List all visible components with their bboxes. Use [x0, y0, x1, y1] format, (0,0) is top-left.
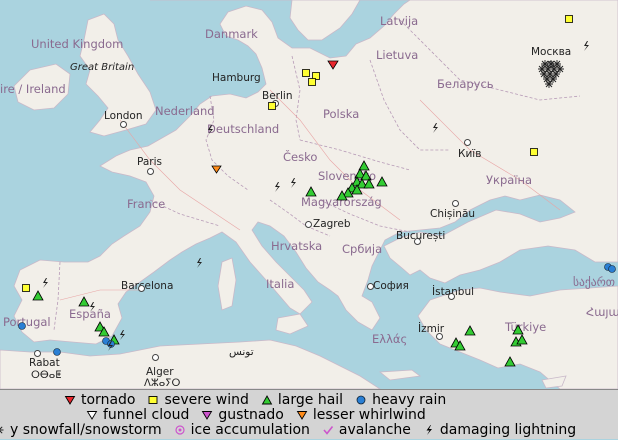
marker-severe-wind	[302, 69, 310, 77]
marker-damaging-lightning	[120, 330, 125, 340]
legend-triangle-down-icon	[202, 411, 213, 420]
legend-label-tornado: tornado	[81, 392, 136, 408]
marker-large-hail	[78, 296, 90, 307]
marker-damaging-lightning	[197, 258, 202, 268]
legend-label-large-hail: large hail	[277, 392, 344, 408]
legend-check-icon	[323, 426, 334, 435]
marker-damaging-lightning	[208, 125, 213, 135]
legend-triangle-down-icon	[86, 411, 98, 420]
legend-item-heavy-snowfall: y snowfall/snowstorm	[0, 422, 162, 438]
marker-heavy-rain	[18, 322, 26, 330]
marker-heavy-rain	[608, 265, 616, 273]
marker-damaging-lightning	[43, 278, 48, 288]
marker-tornado	[327, 60, 339, 70]
marker-severe-wind	[565, 15, 573, 23]
marker-large-hail	[32, 290, 44, 301]
legend-item-large-hail: large hail	[261, 392, 343, 408]
legend-label-damaging-lightning: damaging lightning	[439, 422, 577, 438]
marker-heavy-rain	[53, 348, 61, 356]
legend-bolt-icon	[426, 425, 432, 435]
legend-circle-icon	[356, 395, 366, 405]
report-markers	[18, 15, 616, 367]
marker-large-hail	[376, 176, 388, 187]
legend-item-tornado: tornado	[64, 392, 135, 408]
legend-item-lesser-whirlwind: lesser whirlwind	[296, 407, 426, 423]
legend-label-heavy-rain: heavy rain	[372, 392, 447, 408]
legend-star-icon	[0, 426, 4, 434]
europe-weather-map[interactable]: Latvija Danmark United Kingdom Lietuva Б…	[0, 0, 618, 389]
marker-damaging-lightning	[584, 41, 589, 51]
marker-severe-wind	[22, 284, 30, 292]
legend-item-ice-accumulation: ice accumulation	[174, 422, 310, 438]
legend-label-heavy-snowfall: y snowfall/snowstorm	[10, 422, 162, 438]
marker-severe-wind	[530, 148, 538, 156]
marker-damaging-lightning	[291, 178, 296, 188]
marker-large-hail	[305, 186, 317, 197]
marker-damaging-lightning	[433, 123, 438, 133]
legend-label-ice-accumulation: ice accumulation	[190, 422, 310, 438]
marker-severe-wind	[308, 78, 316, 86]
legend-triangle-up-icon	[261, 395, 273, 405]
legend-item-avalanche: avalanche	[322, 422, 411, 438]
legend-row-3: y snowfall/snowstorm ice accumulation aval…	[0, 422, 588, 438]
legend-triangle-down-icon	[296, 411, 308, 420]
legend-row-1: tornado severe wind large hail heavy rain	[64, 392, 458, 408]
legend-item-damaging-lightning: damaging lightning	[423, 422, 576, 438]
marker-damaging-lightning	[275, 182, 280, 192]
legend-item-funnel-cloud: funnel cloud	[86, 407, 189, 423]
legend-item-heavy-rain: heavy rain	[355, 392, 446, 408]
legend-row-2: funnel cloud gustnado lesser whirlwind	[86, 407, 438, 423]
marker-large-hail	[512, 324, 524, 335]
legend-item-severe-wind: severe wind	[147, 392, 249, 408]
marker-lesser-whirlwind	[211, 165, 222, 174]
marker-large-hail	[516, 334, 528, 345]
marker-large-hail	[464, 325, 476, 336]
marker-cluster-heavy-snowfall	[537, 59, 565, 89]
legend-ice-icon	[175, 425, 185, 435]
legend-label-gustnado: gustnado	[218, 407, 284, 423]
marker-severe-wind	[268, 102, 276, 110]
map-legend: tornado severe wind large hail heavy rain f…	[0, 389, 618, 439]
marker-damaging-lightning	[90, 302, 95, 312]
marker-large-hail	[358, 160, 370, 171]
legend-label-avalanche: avalanche	[338, 422, 411, 438]
legend-label-lesser-whirlwind: lesser whirlwind	[312, 407, 426, 423]
legend-label-funnel-cloud: funnel cloud	[103, 407, 190, 423]
legend-triangle-down-icon	[64, 396, 76, 405]
legend-item-gustnado: gustnado	[201, 407, 284, 423]
legend-label-severe-wind: severe wind	[164, 392, 249, 408]
legend-square-icon	[149, 396, 158, 404]
marker-large-hail	[504, 356, 516, 367]
